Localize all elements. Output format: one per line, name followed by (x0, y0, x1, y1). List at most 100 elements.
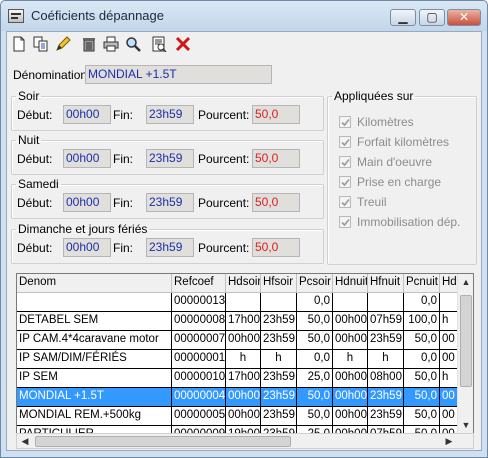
grid-cell-7: 0,0 (404, 350, 440, 369)
grid-cell-4: 25,0 (297, 369, 333, 388)
denomination-field[interactable]: MONDIAL +1.5T (85, 65, 272, 84)
grid-cell-3: 23h59 (261, 369, 297, 388)
grid-cell-7: 50,0 (404, 331, 440, 350)
table-row[interactable]: IP CAM.4*4caravane motor 00000007 00h00 23h… (17, 331, 473, 350)
nuit-debut-label: Début: (17, 152, 53, 166)
checkbox-label: Main d'oeuvre (357, 155, 432, 169)
print-icon (103, 36, 119, 52)
print-button[interactable] (101, 34, 121, 54)
table-row[interactable]: IP SEM 00000010 17h00 23h59 25,0 00h00 08h00 50… (17, 369, 473, 388)
checkbox-box[interactable] (339, 216, 351, 228)
scroll-down-icon[interactable]: ▼ (458, 417, 473, 433)
minimize-button[interactable]: ▁ (390, 9, 416, 26)
table-row[interactable]: DETABEL SEM 00000008 17h00 23h59 50,0 00h00 07… (17, 312, 473, 331)
nuit-pourcent-label: Pourcent: (198, 152, 250, 166)
checkbox-label: Kilomètres (357, 115, 414, 129)
delete-button[interactable] (79, 34, 99, 54)
coefficients-grid[interactable]: Denom Refcoef Hdsoir Hfsoir Pcsoir Hdnuit Hfnu… (16, 273, 474, 434)
grid-cell-3: 23h59 (261, 388, 297, 407)
checkbox-label: Treuil (357, 195, 387, 209)
grid-vertical-scrollbar[interactable]: ▲ ▼ (457, 274, 473, 433)
soir-fin-field[interactable]: 23h59 (146, 105, 194, 124)
column-header-6[interactable]: Hfnuit (368, 274, 404, 293)
dimanche-debut-label: Début: (17, 241, 53, 255)
check-icon (341, 118, 350, 127)
column-header-5[interactable]: Hdnuit (333, 274, 368, 293)
copy-button[interactable] (31, 34, 51, 54)
scroll-right-icon[interactable]: ▶ (441, 434, 457, 450)
table-row[interactable]: MONDIAL +1.5T 00000004 00h00 23h59 50,0 00h00… (17, 388, 473, 407)
nuit-debut-field[interactable]: 00h00 (63, 149, 111, 168)
nuit-fin-field[interactable]: 23h59 (146, 149, 194, 168)
soir-debut-field[interactable]: 00h00 (63, 105, 111, 124)
checkbox-box[interactable] (339, 136, 351, 148)
column-header-1[interactable]: Refcoef (172, 274, 226, 293)
grid-cell-0: IP SEM (17, 369, 172, 388)
new-button[interactable] (9, 34, 29, 54)
grid-cell-5: h (333, 350, 368, 369)
grid-cell-1: 00000013 (172, 293, 226, 312)
copy-icon (33, 36, 48, 52)
scroll-left-icon[interactable]: ◀ (17, 434, 33, 450)
toolbar (9, 32, 479, 56)
checkbox-box[interactable] (339, 116, 351, 128)
checkbox-box[interactable] (339, 176, 351, 188)
table-row[interactable]: 00000013 0,0 0,0 (17, 293, 473, 312)
grid-cell-3: 23h59 (261, 312, 297, 331)
samedi-pourcent-label: Pourcent: (198, 196, 250, 210)
scroll-up-icon[interactable]: ▲ (458, 274, 473, 290)
dimanche-fin-field[interactable]: 23h59 (146, 238, 194, 257)
column-header-4[interactable]: Pcsoir (297, 274, 333, 293)
report-icon (152, 36, 167, 52)
close-window-button[interactable]: ✕ (447, 9, 481, 26)
samedi-pourcent-field[interactable]: 50,0 (252, 193, 300, 212)
soir-pourcent-field[interactable]: 50,0 (252, 105, 300, 124)
grid-cell-0: DETABEL SEM (17, 312, 172, 331)
table-row[interactable]: MONDIAL REM.+500kg 00000005 00h00 23h59 50,0… (17, 407, 473, 426)
dimanche-debut-field[interactable]: 00h00 (63, 238, 111, 257)
dimanche-pourcent-field[interactable]: 50,0 (252, 238, 300, 257)
report-button[interactable] (149, 34, 169, 54)
maximize-button[interactable]: ▢ (419, 9, 445, 26)
column-header-2[interactable]: Hdsoir (226, 274, 261, 293)
grid-cell-4: 50,0 (297, 388, 333, 407)
grid-cell-6: 08h00 (368, 369, 404, 388)
checkbox-label: Prise en charge (357, 175, 442, 189)
close-button[interactable] (173, 34, 193, 54)
checkbox-box[interactable] (339, 196, 351, 208)
title-bar[interactable]: Coéficients dépannage ▁ ▢ ✕ (1, 1, 487, 31)
nuit-fin-label: Fin: (113, 152, 134, 166)
column-header-0[interactable]: Denom (17, 274, 172, 293)
grid-cell-7: 50,0 (404, 388, 440, 407)
grid-cell-1: 00000001 (172, 350, 226, 369)
denomination-label: Dénomination: (13, 68, 91, 82)
check-icon (341, 138, 350, 147)
client-area: Dénomination: MONDIAL +1.5T Soir Début: … (6, 31, 482, 451)
close-window-icon: ✕ (458, 10, 470, 24)
grid-cell-1: 00000005 (172, 407, 226, 426)
edit-button[interactable] (53, 34, 73, 54)
grid-cell-5: 00h00 (333, 407, 368, 426)
grid-cell-4: 50,0 (297, 407, 333, 426)
checkbox-box[interactable] (339, 156, 351, 168)
grid-cell-2: 17h00 (226, 369, 261, 388)
grid-cell-2: 00h00 (226, 388, 261, 407)
appliquees-checkbox-list: Kilomètres Forfait kilomètres Main d'oeuvr… (329, 114, 475, 264)
column-header-3[interactable]: Hfsoir (261, 274, 297, 293)
table-row[interactable]: IP SAM/DIM/FÉRIÉS 00000001 h h 0,0 h h 0,0 00 (17, 350, 473, 369)
column-header-7[interactable]: Pcnuit (404, 274, 440, 293)
grid-cell-6: 23h59 (368, 331, 404, 350)
horizontal-scroll-thumb[interactable] (35, 436, 291, 447)
dialog-window: Coéficients dépannage ▁ ▢ ✕ Dénomination… (0, 0, 488, 458)
grid-cell-3: 23h59 (261, 407, 297, 426)
grid-cell-1: 00000010 (172, 369, 226, 388)
grid-horizontal-scrollbar[interactable]: ◀ ▶ (16, 433, 474, 449)
samedi-group-title: Samedi (18, 177, 59, 191)
search-button[interactable] (123, 34, 143, 54)
vertical-scroll-thumb[interactable] (460, 295, 472, 387)
samedi-debut-field[interactable]: 00h00 (63, 193, 111, 212)
grid-cell-7: 0,0 (404, 293, 440, 312)
nuit-pourcent-field[interactable]: 50,0 (252, 149, 300, 168)
grid-header-row[interactable]: Denom Refcoef Hdsoir Hfsoir Pcsoir Hdnuit Hfnu… (17, 274, 473, 293)
samedi-fin-field[interactable]: 23h59 (146, 193, 194, 212)
